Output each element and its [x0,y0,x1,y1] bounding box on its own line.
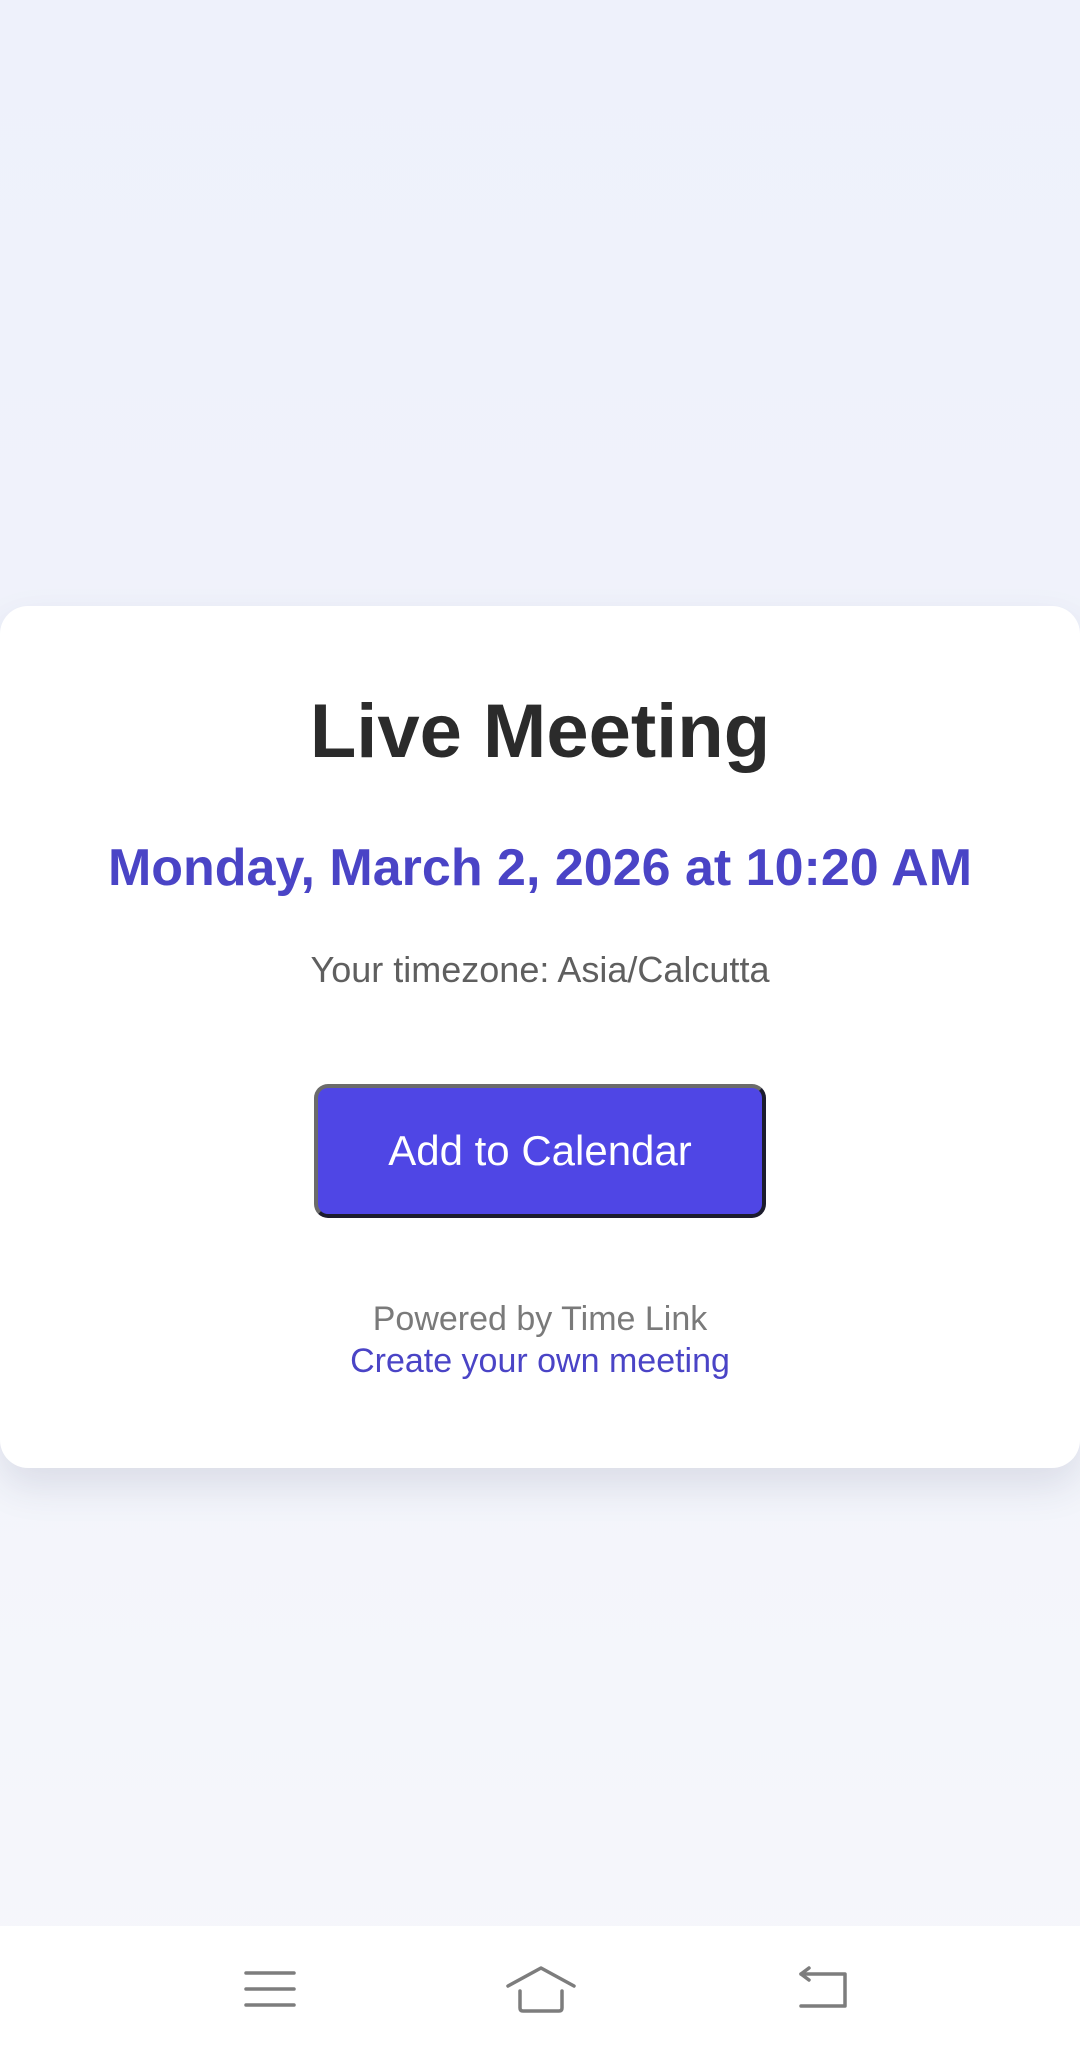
back-icon [799,1966,847,2008]
menu-icon [244,1971,296,2007]
timezone-label: Your timezone: Asia/Calcutta [310,949,770,990]
meeting-title: Live Meeting [309,689,771,774]
system-navigation-bar [0,1926,1080,2052]
create-meeting-link[interactable]: Create your own meeting [0,1340,1080,1383]
meeting-datetime: Monday, March 2, 2026 at 10:20 AM [107,839,973,897]
nav-back-button[interactable] [778,1946,868,2032]
powered-by-text: Powered by Time Link [372,1300,708,1338]
page-background: Live Meeting Monday, March 2, 2026 at 10… [0,0,1080,1926]
home-icon [506,1966,576,2013]
nav-menu-button[interactable] [225,1946,315,2032]
nav-home-button[interactable] [496,1946,586,2032]
add-to-calendar-button[interactable]: Add to Calendar [314,1084,766,1218]
meeting-card: Live Meeting Monday, March 2, 2026 at 10… [0,606,1080,1468]
